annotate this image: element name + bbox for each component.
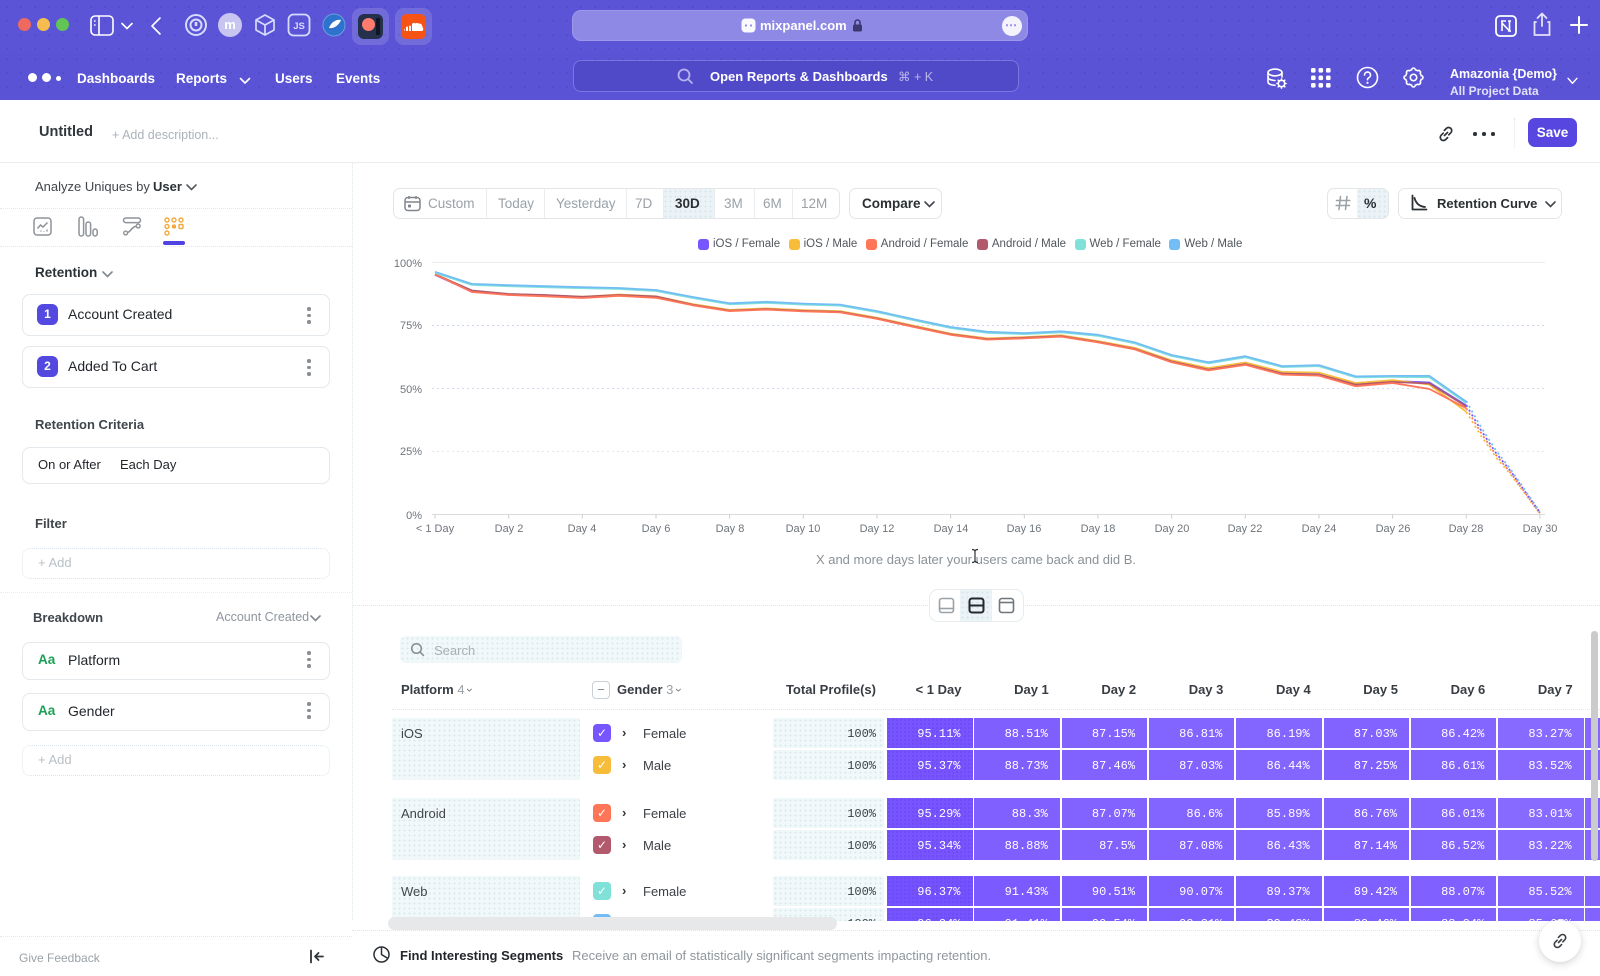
svg-text:JS: JS — [293, 21, 305, 32]
